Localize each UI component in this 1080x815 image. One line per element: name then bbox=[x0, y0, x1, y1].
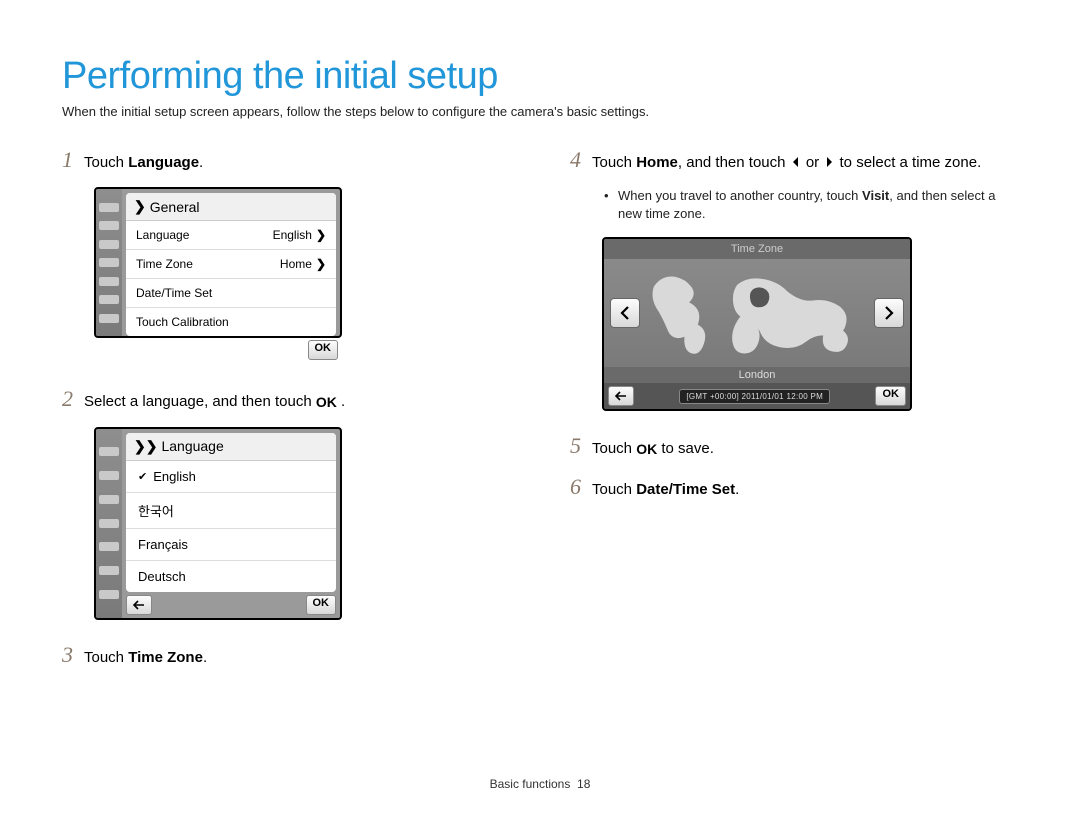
step-bold: Date/Time Set bbox=[636, 481, 735, 498]
step-text: Select a language, and then touch bbox=[84, 393, 316, 410]
ok-icon: OK bbox=[636, 441, 657, 457]
chevron-left-icon bbox=[619, 305, 631, 321]
page-subtitle: When the initial setup screen appears, f… bbox=[62, 104, 1018, 119]
chevron-right-icon: ❯ bbox=[316, 228, 326, 242]
step-5: 5 Touch OK to save. bbox=[570, 433, 1018, 460]
step-text: Touch bbox=[84, 649, 128, 666]
chevron-right-icon bbox=[883, 305, 895, 321]
ok-button[interactable]: OK bbox=[306, 595, 337, 615]
step-2: 2 Select a language, and then touch OK . bbox=[62, 386, 510, 413]
step-4: 4 Touch Home, and then touch or to selec… bbox=[570, 147, 1018, 173]
note-bold: Visit bbox=[862, 188, 889, 203]
footer-page: 18 bbox=[577, 777, 590, 791]
step-text: or bbox=[802, 154, 824, 171]
step-3: 3 Touch Time Zone. bbox=[62, 642, 510, 668]
menu-label: Language bbox=[136, 228, 189, 242]
back-button[interactable] bbox=[126, 595, 152, 615]
panel-header: ❯❯ Language bbox=[126, 433, 336, 461]
step-text: to select a time zone. bbox=[835, 154, 981, 171]
language-option-german[interactable]: Deutsch bbox=[126, 561, 336, 592]
note-text: When you travel to another country, touc… bbox=[618, 188, 862, 203]
back-arrow-icon bbox=[132, 599, 146, 611]
language-label: English bbox=[153, 469, 196, 484]
page-title: Performing the initial setup bbox=[62, 55, 1018, 98]
next-timezone-button[interactable] bbox=[874, 298, 904, 328]
filmstrip-icon bbox=[96, 189, 122, 336]
ok-button[interactable]: OK bbox=[308, 340, 339, 360]
menu-value: English bbox=[273, 228, 312, 242]
step-number: 2 bbox=[62, 386, 76, 412]
chevron-left-icon bbox=[790, 154, 802, 171]
step-text: Touch bbox=[84, 154, 128, 171]
step-text: . bbox=[203, 649, 207, 666]
figure-timezone-map: Time Zone bbox=[602, 237, 912, 411]
page-footer: Basic functions 18 bbox=[0, 777, 1080, 791]
back-button[interactable] bbox=[608, 386, 634, 406]
step-4-note: When you travel to another country, touc… bbox=[618, 187, 1018, 223]
ok-icon: OK bbox=[316, 394, 337, 410]
step-number: 4 bbox=[570, 147, 584, 173]
step-text: Touch bbox=[592, 481, 636, 498]
menu-value: Home bbox=[280, 257, 312, 271]
step-number: 6 bbox=[570, 474, 584, 500]
language-option-korean[interactable]: 한국어 bbox=[126, 493, 336, 529]
timezone-city: London bbox=[604, 367, 910, 383]
world-map-icon bbox=[644, 267, 870, 357]
menu-item-timezone[interactable]: Time Zone Home ❯ bbox=[126, 250, 336, 279]
panel-title: General bbox=[150, 199, 200, 215]
step-text: , and then touch bbox=[678, 154, 790, 171]
step-number: 5 bbox=[570, 433, 584, 459]
step-6: 6 Touch Date/Time Set. bbox=[570, 474, 1018, 500]
timezone-info: [GMT +00:00] 2011/01/01 12:00 PM bbox=[679, 389, 830, 404]
menu-label: Date/Time Set bbox=[136, 286, 212, 300]
menu-item-datetime[interactable]: Date/Time Set bbox=[126, 279, 336, 308]
timezone-title: Time Zone bbox=[604, 239, 910, 259]
language-label: 한국어 bbox=[138, 501, 174, 520]
menu-item-language[interactable]: Language English ❯ bbox=[126, 221, 336, 250]
language-option-english[interactable]: English bbox=[126, 461, 336, 493]
language-label: Français bbox=[138, 537, 188, 552]
chevron-right-icon bbox=[823, 154, 835, 171]
panel-header: ❯ General bbox=[126, 193, 336, 221]
step-text: to save. bbox=[657, 440, 714, 457]
menu-label: Time Zone bbox=[136, 257, 193, 271]
step-bold: Language bbox=[128, 154, 199, 171]
filmstrip-icon bbox=[96, 429, 122, 618]
step-1: 1 Touch Language. bbox=[62, 147, 510, 173]
figure-general-menu: ❯ General Language English ❯ Time Zone Ho… bbox=[94, 187, 342, 338]
step-number: 1 bbox=[62, 147, 76, 173]
menu-label: Touch Calibration bbox=[136, 315, 229, 329]
chevron-right-icon: ❯ bbox=[316, 257, 326, 271]
chevron-right-icon: ❯ bbox=[134, 198, 146, 215]
chevron-double-right-icon: ❯❯ bbox=[134, 438, 157, 455]
figure-language-list: ❯❯ Language English 한국어 Français Deutsch… bbox=[94, 427, 342, 620]
step-text: Touch bbox=[592, 440, 636, 457]
ok-button[interactable]: OK bbox=[875, 386, 906, 406]
step-bold: Home bbox=[636, 154, 678, 171]
back-arrow-icon bbox=[614, 390, 628, 402]
step-number: 3 bbox=[62, 642, 76, 668]
step-text: . bbox=[337, 393, 345, 410]
footer-section: Basic functions bbox=[490, 777, 571, 791]
language-option-french[interactable]: Français bbox=[126, 529, 336, 561]
menu-item-touchcal[interactable]: Touch Calibration bbox=[126, 308, 336, 336]
step-bold: Time Zone bbox=[128, 649, 203, 666]
step-text: . bbox=[735, 481, 739, 498]
step-text: . bbox=[199, 154, 203, 171]
language-label: Deutsch bbox=[138, 569, 186, 584]
step-text: Touch bbox=[592, 154, 636, 171]
panel-title: Language bbox=[161, 438, 223, 454]
prev-timezone-button[interactable] bbox=[610, 298, 640, 328]
